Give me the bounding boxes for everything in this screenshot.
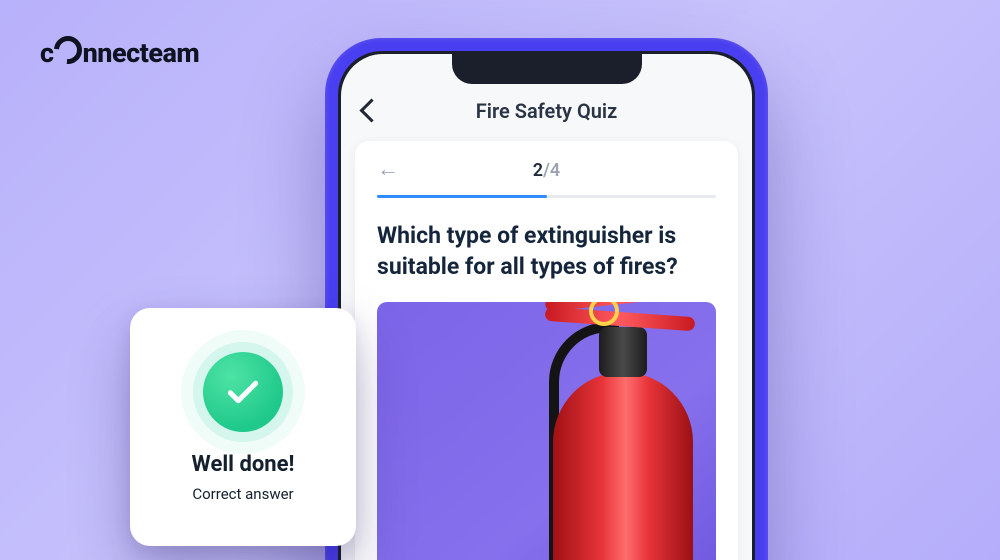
device-frame: Fire Safety Quiz ← 2/4 Which type of ext… <box>325 38 768 560</box>
question-image <box>377 302 716 560</box>
popup-heading: Well done! <box>192 452 295 477</box>
quiz-card: ← 2/4 Which type of extinguisher is suit… <box>355 141 738 560</box>
logo-ring-icon <box>48 30 87 69</box>
question-text: Which type of extinguisher is suitable f… <box>377 220 716 282</box>
question-counter: 2/4 <box>377 160 716 181</box>
back-icon[interactable] <box>359 98 383 122</box>
extinguisher-body-icon <box>553 372 693 560</box>
card-back-icon[interactable]: ← <box>377 159 399 181</box>
page-title: Fire Safety Quiz <box>341 99 752 123</box>
result-popup: Well done! Correct answer <box>130 308 356 546</box>
progress-fill <box>377 195 547 198</box>
brand-logo: cconnecteamnnecteam <box>40 36 199 69</box>
success-badge <box>203 352 283 432</box>
progress-track <box>377 195 716 198</box>
counter-total: 4 <box>550 160 560 181</box>
counter-current: 2 <box>533 160 543 181</box>
extinguisher-handle-icon <box>545 302 695 334</box>
screen: Fire Safety Quiz ← 2/4 Which type of ext… <box>341 54 752 560</box>
counter-sep: / <box>543 160 550 181</box>
check-icon <box>224 373 262 411</box>
extinguisher-neck-icon <box>599 327 647 377</box>
popup-sub: Correct answer <box>192 485 293 503</box>
device-notch <box>452 54 642 84</box>
